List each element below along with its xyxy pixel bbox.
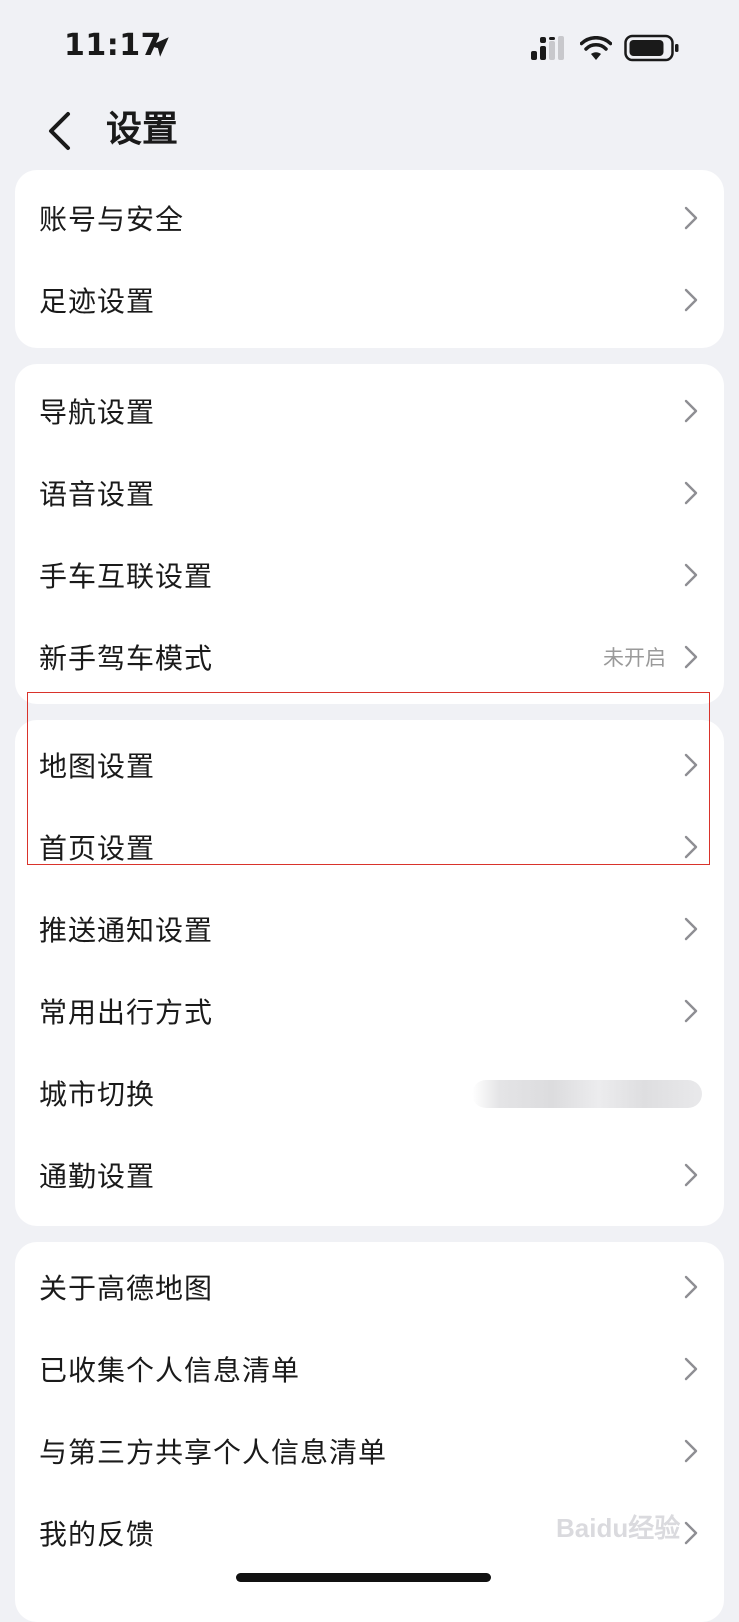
settings-item-label: 我的反馈 (39, 1518, 156, 1551)
settings-item-novice-mode[interactable]: 新手驾车模式 未开启 (15, 616, 724, 698)
settings-item-push-notification[interactable]: 推送通知设置 (15, 888, 724, 970)
settings-item-commute[interactable]: 通勤设置 (15, 1134, 724, 1216)
settings-item-label: 足迹设置 (39, 285, 156, 318)
chevron-right-icon (684, 288, 698, 312)
settings-item-value: 未开启 (603, 646, 666, 670)
settings-item-label: 推送通知设置 (39, 914, 214, 947)
chevron-right-icon (684, 1357, 698, 1381)
settings-item-label: 语音设置 (39, 478, 156, 511)
page-title: 设置 (106, 109, 179, 150)
home-indicator[interactable] (236, 1573, 491, 1582)
back-button[interactable] (38, 108, 80, 154)
settings-item-travel-mode[interactable]: 常用出行方式 (15, 970, 724, 1052)
chevron-right-icon (684, 1439, 698, 1463)
status-bar: 11:17 (0, 0, 739, 96)
chevron-right-icon (684, 206, 698, 230)
location-arrow-icon (149, 37, 169, 57)
settings-group-about: 关于高德地图 已收集个人信息清单 与第三方共享个人信息清单 我的反馈 (15, 1242, 724, 1622)
settings-item-label: 通勤设置 (39, 1160, 156, 1193)
settings-item-phone-car-link[interactable]: 手车互联设置 (15, 534, 724, 616)
settings-item-label: 新手驾车模式 (39, 642, 214, 675)
settings-group-navigation: 导航设置 语音设置 手车互联设置 新手驾车模式 未开启 (15, 364, 724, 704)
settings-item-label: 与第三方共享个人信息清单 (39, 1436, 388, 1469)
chevron-right-icon (684, 1275, 698, 1299)
wifi-icon (580, 36, 612, 60)
settings-item-collected-info[interactable]: 已收集个人信息清单 (15, 1328, 724, 1410)
battery-icon (624, 34, 679, 62)
settings-item-label: 城市切换 (39, 1078, 156, 1111)
settings-item-city-switch[interactable]: 城市切换 (15, 1052, 724, 1134)
chevron-right-icon (684, 481, 698, 505)
chevron-right-icon (684, 999, 698, 1023)
settings-item-footprint[interactable]: 足迹设置 (15, 259, 724, 341)
chevron-right-icon (684, 1163, 698, 1187)
highlight-annotation-box (27, 692, 710, 865)
cellular-signal-icon (531, 36, 564, 60)
chevron-right-icon (684, 645, 698, 669)
settings-item-shared-info[interactable]: 与第三方共享个人信息清单 (15, 1410, 724, 1492)
settings-group-account: 账号与安全 足迹设置 (15, 170, 724, 348)
settings-item-account-security[interactable]: 账号与安全 (15, 177, 724, 259)
chevron-right-icon (684, 917, 698, 941)
watermark: Baidu经验 (556, 1513, 681, 1543)
settings-item-label: 导航设置 (39, 396, 156, 429)
settings-item-label: 已收集个人信息清单 (39, 1354, 301, 1387)
settings-item-voice[interactable]: 语音设置 (15, 452, 724, 534)
chevron-right-icon (684, 399, 698, 423)
chevron-right-icon (684, 563, 698, 587)
chevron-left-icon (49, 112, 70, 150)
blurred-city-value (472, 1080, 702, 1108)
navigation-bar: 设置 (0, 96, 739, 166)
settings-item-label: 账号与安全 (39, 203, 185, 236)
settings-item-label: 关于高德地图 (39, 1272, 214, 1305)
settings-item-navigation[interactable]: 导航设置 (15, 370, 724, 452)
settings-item-label: 常用出行方式 (39, 996, 214, 1029)
settings-item-about[interactable]: 关于高德地图 (15, 1246, 724, 1328)
settings-item-label: 手车互联设置 (39, 560, 214, 593)
